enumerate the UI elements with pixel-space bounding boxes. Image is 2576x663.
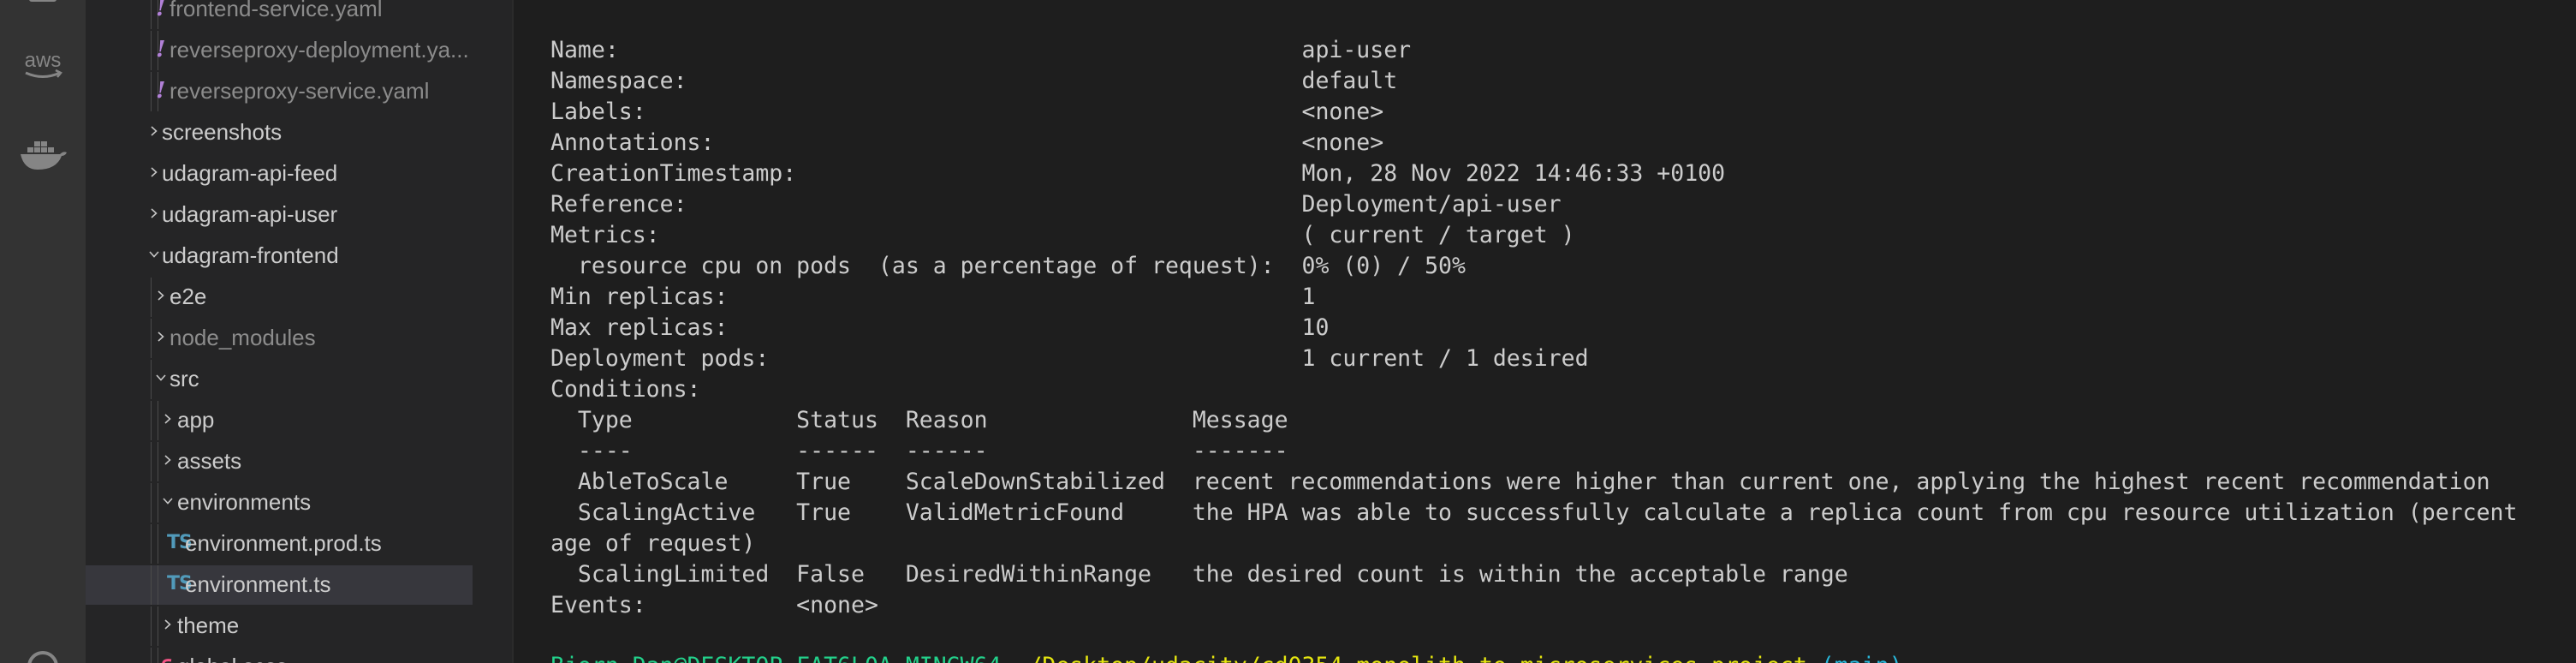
terminal-line: Name: api-user bbox=[550, 37, 1412, 63]
indent-guide bbox=[151, 606, 152, 646]
chevron-right-icon[interactable] bbox=[163, 455, 173, 465]
terminal-line: Conditions: bbox=[550, 376, 701, 403]
activity-bar: aws bbox=[0, 0, 86, 663]
explorer-item-label: frontend-service.yaml bbox=[170, 0, 383, 21]
yaml-file-icon: ! bbox=[156, 78, 166, 104]
explorer-item-label: screenshots bbox=[162, 119, 283, 145]
explorer-item[interactable]: TS environment.ts bbox=[86, 565, 473, 605]
explorer-item[interactable]: TS environment.prod.ts bbox=[86, 524, 473, 564]
explorer-item[interactable]: assets bbox=[86, 442, 473, 481]
terminal-line: Type Status Reason Message bbox=[550, 407, 1288, 433]
prompt-branch: (main) bbox=[1821, 653, 1903, 663]
chevron-right-icon[interactable] bbox=[149, 208, 159, 218]
explorer-item-label: environment.ts bbox=[185, 571, 331, 597]
explorer-item[interactable]: app bbox=[86, 401, 473, 440]
terminal-line: resource cpu on pods (as a percentage of… bbox=[550, 253, 1466, 279]
docker-icon[interactable] bbox=[17, 137, 68, 175]
explorer-item[interactable]: udagram-api-user bbox=[86, 195, 473, 235]
chevron-down-icon[interactable] bbox=[149, 249, 159, 260]
yaml-file-icon: ! bbox=[156, 0, 166, 21]
explorer-item[interactable]: screenshots bbox=[86, 113, 473, 152]
terminal-line: Events: <none> bbox=[550, 592, 878, 618]
explorer-item[interactable]: ! reverseproxy-deployment.ya... bbox=[86, 31, 473, 70]
terminal-prompt: Bjorn Dan@DESKTOP-FAT6L0A MINGW64 ~/Desk… bbox=[550, 651, 1903, 663]
indent-guide bbox=[151, 0, 152, 29]
explorer-item[interactable]: ! reverseproxy-service.yaml bbox=[86, 72, 473, 111]
terminal-line: ---- ------ ------ ------- bbox=[550, 438, 1288, 464]
explorer-item[interactable]: node_modules bbox=[86, 319, 473, 358]
account-icon[interactable] bbox=[27, 651, 58, 663]
explorer-item-label: udagram-api-feed bbox=[162, 160, 338, 186]
chevron-right-icon[interactable] bbox=[163, 619, 173, 630]
chevron-right-icon[interactable] bbox=[156, 290, 166, 301]
indent-guide bbox=[151, 278, 152, 317]
explorer-item-label: environments bbox=[177, 489, 312, 515]
explorer-item-label: app bbox=[177, 407, 215, 433]
extension-icon[interactable] bbox=[29, 0, 57, 2]
aws-icon[interactable]: aws bbox=[17, 46, 68, 82]
explorer-item[interactable]: theme bbox=[86, 606, 473, 646]
chevron-right-icon[interactable] bbox=[149, 167, 159, 177]
indent-guide bbox=[151, 483, 152, 523]
explorer-item-label: reverseproxy-deployment.ya... bbox=[170, 37, 469, 63]
chevron-right-icon[interactable] bbox=[149, 126, 159, 136]
terminal-line: CreationTimestamp: Mon, 28 Nov 2022 14:4… bbox=[550, 160, 1726, 187]
explorer-item-label: src bbox=[170, 366, 199, 391]
explorer-item-label: theme bbox=[177, 612, 240, 638]
sidebar-sash[interactable] bbox=[473, 0, 514, 663]
explorer-sidebar: ! frontend-service.yaml! reverseproxy-depl… bbox=[86, 0, 473, 663]
explorer-item[interactable]: ! frontend-service.yaml bbox=[86, 0, 473, 29]
terminal-line: ScalingActive True ValidMetricFound the … bbox=[550, 499, 2518, 526]
terminal-line: Annotations: <none> bbox=[550, 129, 1384, 156]
terminal-line: Deployment pods: 1 current / 1 desired bbox=[550, 345, 1589, 372]
explorer-item[interactable]: global.scss bbox=[86, 648, 473, 663]
explorer-item-label: assets bbox=[177, 448, 242, 474]
indent-guide bbox=[151, 319, 152, 358]
explorer-item[interactable]: udagram-api-feed bbox=[86, 154, 473, 194]
explorer-item[interactable]: src bbox=[86, 360, 473, 399]
indent-guide bbox=[151, 360, 152, 399]
prompt-path: ~/Desktop/udacity/cd0354-monolith-to-mic… bbox=[1014, 653, 1806, 663]
aws-icon-label: aws bbox=[25, 49, 62, 72]
explorer-item-label: udagram-api-user bbox=[162, 201, 338, 227]
explorer-item-label: global.scss bbox=[177, 648, 288, 663]
chevron-right-icon[interactable] bbox=[163, 414, 173, 424]
terminal-line: ScalingLimited False DesiredWithinRange … bbox=[550, 561, 1848, 588]
explorer-item[interactable]: environments bbox=[86, 483, 473, 523]
indent-guide bbox=[151, 648, 152, 663]
terminal-line: Reference: Deployment/api-user bbox=[550, 191, 1562, 218]
chevron-right-icon[interactable] bbox=[156, 332, 166, 342]
terminal-line: Max replicas: 10 bbox=[550, 314, 1330, 341]
terminal-line: Metrics: ( current / target ) bbox=[550, 222, 1575, 248]
explorer-item-label: reverseproxy-service.yaml bbox=[170, 78, 430, 104]
chevron-down-icon[interactable] bbox=[163, 496, 173, 506]
explorer-item-label: udagram-frontend bbox=[162, 242, 339, 268]
chevron-down-icon[interactable] bbox=[156, 373, 166, 383]
terminal-line: Labels: <none> bbox=[550, 99, 1384, 125]
terminal-panel[interactable]: Name: api-user Namespace: default Labels: … bbox=[514, 0, 2576, 663]
indent-guide bbox=[151, 401, 152, 440]
indent-guide bbox=[151, 565, 152, 605]
explorer-item-label: node_modules bbox=[170, 325, 316, 350]
indent-guide bbox=[151, 524, 152, 564]
indent-guide bbox=[151, 31, 152, 70]
explorer-item-label: e2e bbox=[170, 284, 207, 309]
terminal-line: age of request) bbox=[550, 530, 756, 557]
terminal-line: Namespace: default bbox=[550, 68, 1398, 94]
scss-file-icon bbox=[159, 648, 175, 663]
explorer-item-label: environment.prod.ts bbox=[185, 530, 382, 556]
terminal-line: Min replicas: 1 bbox=[550, 284, 1316, 310]
yaml-file-icon: ! bbox=[156, 37, 166, 63]
terminal-line: AbleToScale True ScaleDownStabilized rec… bbox=[550, 469, 2490, 495]
terminal-output: Name: api-user Namespace: default Labels: … bbox=[550, 35, 2517, 621]
explorer-item[interactable]: udagram-frontend bbox=[86, 236, 473, 276]
indent-guide bbox=[151, 442, 152, 481]
prompt-user: Bjorn Dan@DESKTOP-FAT6L0A MINGW64 bbox=[550, 653, 1002, 663]
indent-guide bbox=[151, 72, 152, 111]
explorer-item[interactable]: e2e bbox=[86, 278, 473, 317]
